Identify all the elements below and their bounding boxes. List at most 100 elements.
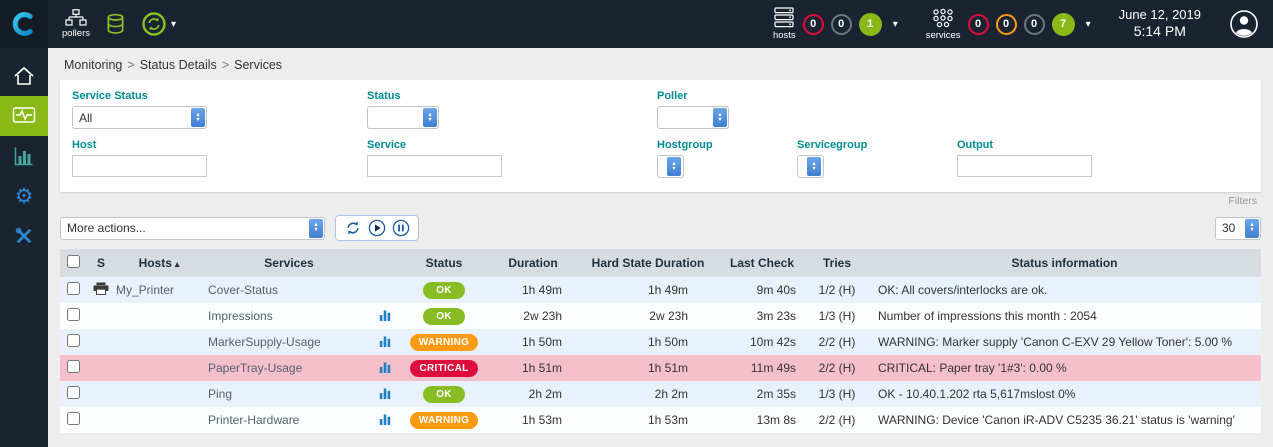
- status-info-cell: Number of impressions this month : 2054: [868, 303, 1261, 329]
- severity-cell: [86, 329, 116, 355]
- service-link[interactable]: Printer-Hardware: [208, 413, 299, 427]
- status-badge: WARNING: [410, 334, 478, 351]
- hostgroup-label: Hostgroup: [657, 139, 797, 151]
- col-header-services[interactable]: Services: [202, 249, 370, 277]
- severity-cell: [86, 303, 116, 329]
- service-link[interactable]: Cover-Status: [208, 283, 278, 297]
- col-header-tries[interactable]: Tries: [806, 249, 868, 277]
- centreon-logo[interactable]: [0, 0, 48, 48]
- sidebar-item-administration[interactable]: [0, 216, 48, 256]
- breadcrumb-link-status-details[interactable]: Status Details: [140, 58, 217, 72]
- duration-cell: 1h 53m: [488, 407, 578, 433]
- last-check-cell: 10m 42s: [718, 329, 806, 355]
- graph-icon[interactable]: [379, 413, 391, 425]
- servicegroup-select[interactable]: [797, 155, 824, 178]
- col-header-status-information[interactable]: Status information: [868, 249, 1261, 277]
- filters-caption: Filters: [48, 192, 1273, 207]
- select-all-checkbox[interactable]: [67, 255, 80, 268]
- database-status[interactable]: [106, 13, 125, 35]
- last-check-cell: 9m 40s: [718, 277, 806, 303]
- more-actions-select[interactable]: More actions...: [60, 217, 325, 240]
- home-icon: [13, 66, 35, 86]
- col-header-duration[interactable]: Duration: [488, 249, 578, 277]
- last-check-cell: 3m 23s: [718, 303, 806, 329]
- sidebar-item-home[interactable]: [0, 56, 48, 96]
- sidebar-item-monitoring[interactable]: [0, 96, 48, 136]
- services-unknown-count[interactable]: 0: [1024, 14, 1045, 35]
- host-link[interactable]: My_Printer: [116, 283, 174, 297]
- hosts-status-menu[interactable]: hosts 0 0 1 ▾: [773, 7, 898, 41]
- breadcrumb-separator: >: [127, 58, 134, 72]
- page-size-select[interactable]: 30: [1215, 217, 1261, 240]
- row-checkbox[interactable]: [67, 282, 80, 295]
- sidebar-item-reporting[interactable]: [0, 136, 48, 176]
- poller-state-menu[interactable]: ▾: [141, 11, 176, 37]
- services-critical-count[interactable]: 0: [968, 14, 989, 35]
- status-select[interactable]: [367, 106, 439, 129]
- topbar: pollers ▾: [0, 0, 1273, 48]
- status-info-cell: OK: All covers/interlocks are ok.: [868, 277, 1261, 303]
- graph-icon[interactable]: [379, 387, 391, 399]
- service-status-select[interactable]: All: [72, 106, 207, 129]
- chevron-down-icon[interactable]: ▾: [1086, 19, 1091, 30]
- col-header-severity[interactable]: S: [86, 249, 116, 277]
- row-checkbox[interactable]: [67, 386, 80, 399]
- severity-cell: [86, 381, 116, 407]
- filter-service: Service: [367, 139, 657, 178]
- severity-cell: [86, 277, 116, 303]
- table-row-critical: PaperTray-Usage CRITICAL 1h 51m 1h 51m 1…: [60, 355, 1261, 381]
- last-check-cell: 2m 35s: [718, 381, 806, 407]
- services-warning-count[interactable]: 0: [996, 14, 1017, 35]
- chevron-down-icon[interactable]: ▾: [893, 19, 898, 30]
- hosts-unreachable-count[interactable]: 0: [831, 14, 852, 35]
- output-input[interactable]: [957, 155, 1092, 177]
- play-button-icon[interactable]: [368, 219, 386, 237]
- col-header-last-check[interactable]: Last Check: [718, 249, 806, 277]
- row-checkbox[interactable]: [67, 412, 80, 425]
- breadcrumb-link-monitoring[interactable]: Monitoring: [64, 58, 122, 72]
- row-checkbox[interactable]: [67, 308, 80, 321]
- service-link[interactable]: Impressions: [208, 309, 273, 323]
- col-header-hosts[interactable]: Hosts▴: [116, 249, 202, 277]
- breadcrumb-link-services[interactable]: Services: [234, 58, 282, 72]
- services-status-menu[interactable]: services 0 0 0 7 ▾: [926, 8, 1091, 41]
- pause-button-icon[interactable]: [392, 219, 410, 237]
- col-header-hard-duration[interactable]: Hard State Duration: [578, 249, 718, 277]
- refresh-button-icon[interactable]: [344, 219, 362, 237]
- host-input[interactable]: [72, 155, 207, 177]
- tries-cell: 1/3 (H): [806, 381, 868, 407]
- tries-cell: 2/2 (H): [806, 355, 868, 381]
- sidebar-item-configuration[interactable]: ⚙: [0, 176, 48, 216]
- status-info-cell: OK - 10.40.1.202 rta 5,617mslost 0%: [868, 381, 1261, 407]
- hosts-icon: [774, 7, 794, 28]
- status-badge: OK: [423, 308, 465, 325]
- services-ok-count[interactable]: 7: [1052, 13, 1075, 36]
- servicegroup-label: Servicegroup: [797, 139, 957, 151]
- chart-cell: [370, 381, 400, 407]
- pollers-label: pollers: [62, 28, 90, 39]
- sort-asc-icon: ▴: [175, 259, 180, 269]
- last-check-cell: 11m 49s: [718, 355, 806, 381]
- filters-panel: Service Status All▲▼ Status ▲▼ Poller ▲▼…: [60, 80, 1261, 192]
- pollers-menu[interactable]: pollers: [62, 9, 90, 39]
- graph-icon[interactable]: [379, 309, 391, 321]
- graph-icon[interactable]: [379, 361, 391, 373]
- chart-cell: [370, 329, 400, 355]
- hosts-down-count[interactable]: 0: [803, 14, 824, 35]
- poller-select[interactable]: [657, 106, 729, 129]
- row-checkbox[interactable]: [67, 334, 80, 347]
- service-status-label: Service Status: [72, 90, 367, 102]
- hostgroup-select[interactable]: [657, 155, 684, 178]
- row-checkbox[interactable]: [67, 360, 80, 373]
- service-link[interactable]: PaperTray-Usage: [208, 361, 302, 375]
- hosts-up-count[interactable]: 1: [859, 13, 882, 36]
- service-input[interactable]: [367, 155, 502, 177]
- service-link[interactable]: MarkerSupply-Usage: [208, 335, 321, 349]
- user-profile-icon[interactable]: [1229, 9, 1259, 39]
- graph-icon[interactable]: [379, 335, 391, 347]
- tries-cell: 1/2 (H): [806, 277, 868, 303]
- service-link[interactable]: Ping: [208, 387, 232, 401]
- col-header-status[interactable]: Status: [400, 249, 488, 277]
- table-row: Impressions OK 2w 23h 2w 23h 3m 23s 1/3 …: [60, 303, 1261, 329]
- status-badge: OK: [423, 282, 465, 299]
